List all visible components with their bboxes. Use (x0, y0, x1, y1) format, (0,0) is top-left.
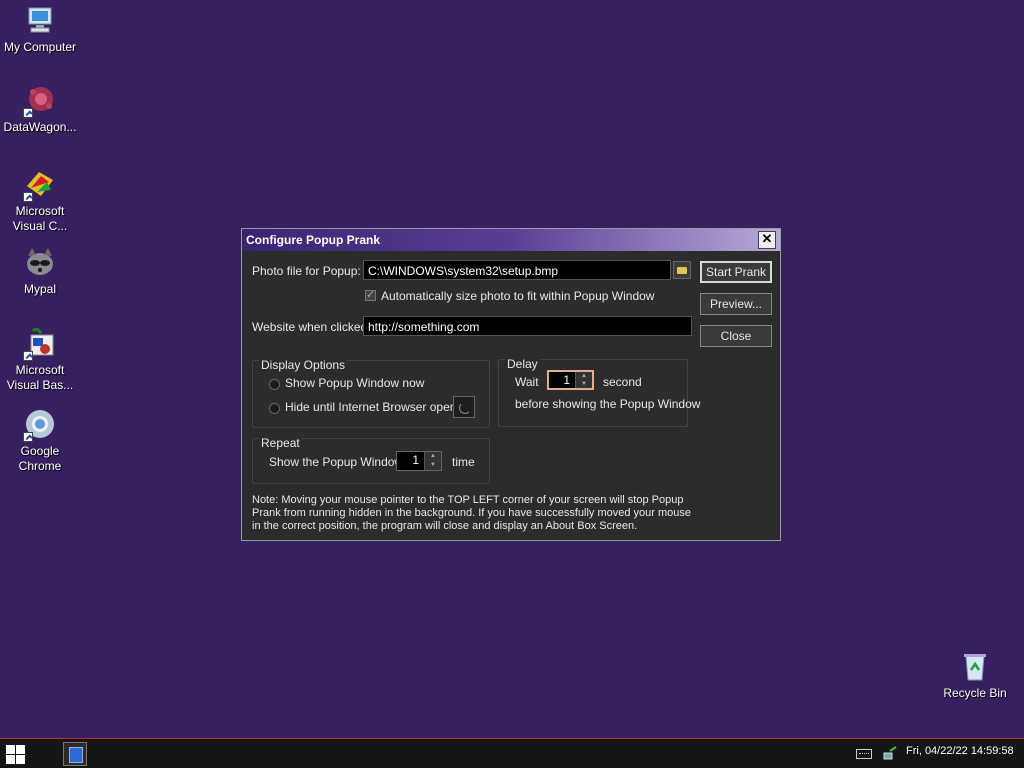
photo-file-input[interactable]: C:\WINDOWS\system32\setup.bmp (363, 260, 671, 280)
repeat-label: Show the Popup Window (269, 455, 404, 469)
desktop-icon-label: Recycle Bin (943, 686, 1007, 700)
delay-title: Delay (505, 357, 540, 371)
show-now-radio[interactable] (269, 379, 280, 390)
computer-icon (23, 4, 57, 38)
start-prank-button[interactable]: Start Prank (700, 261, 772, 283)
shortcut-arrow-icon (23, 351, 33, 361)
desktop-icon-mypal[interactable]: Mypal (0, 246, 80, 297)
browser-select-icon[interactable] (453, 396, 475, 418)
desktop-icon-my-computer[interactable]: My Computer (0, 4, 80, 55)
desktop-icon-recycle-bin[interactable]: Recycle Bin (935, 650, 1015, 701)
close-button[interactable]: Close (700, 325, 772, 347)
desktop-icon-label: DataWagon... (3, 120, 77, 134)
desktop-icon-visual-basic[interactable]: Microsoft Visual Bas... (0, 327, 80, 393)
desktop-icon-label: Microsoft Visual Bas... (6, 363, 74, 392)
taskbar-clock[interactable]: Fri, 04/22/22 14:59:58 (906, 745, 1014, 757)
delay-group: Delay Wait 1 ▲ ▼ second before showing th… (498, 357, 700, 427)
desktop-icon-google-chrome[interactable]: Google Chrome (0, 408, 80, 474)
repeat-count-value: 1 (412, 453, 419, 467)
repeat-title: Repeat (259, 436, 302, 450)
auto-size-checkbox[interactable] (365, 288, 376, 301)
website-input[interactable]: http://something.com (363, 316, 692, 336)
website-label: Website when clicked: (252, 320, 371, 334)
taskbar-app-button[interactable] (63, 742, 87, 766)
folder-browse-icon[interactable] (673, 261, 691, 279)
desktop-icon-datawagon[interactable]: DataWagon... (0, 84, 80, 135)
shortcut-arrow-icon (23, 108, 33, 118)
windows-start-icon[interactable] (4, 743, 26, 765)
show-now-label: Show Popup Window now (285, 376, 425, 390)
shortcut-arrow-icon (23, 432, 33, 442)
desktop-icon-label: Mypal (23, 282, 56, 296)
dialog-titlebar[interactable]: Configure Popup Prank ✕ (242, 229, 780, 251)
network-icon[interactable] (882, 745, 898, 761)
keyboard-icon[interactable] (856, 749, 872, 759)
desktop-icon-label: My Computer (3, 40, 77, 54)
display-options-title: Display Options (259, 358, 348, 372)
wait-seconds-value: 1 (563, 373, 570, 387)
taskbar: Fri, 04/22/22 14:59:58 (0, 738, 1024, 768)
delay-after-label: before showing the Popup Window (515, 397, 701, 411)
visual-basic-icon (23, 327, 57, 361)
note-text: Note: Moving your mouse pointer to the T… (252, 494, 692, 532)
auto-size-label: Automatically size photo to fit within P… (381, 289, 655, 303)
hide-until-radio[interactable] (269, 403, 280, 414)
stepper-arrows[interactable]: ▲ ▼ (575, 372, 592, 388)
repeat-count-stepper[interactable]: 1 ▲ ▼ (396, 451, 442, 471)
visual-c-icon (23, 168, 57, 202)
wait-unit-label: second (603, 375, 642, 389)
stepper-arrows[interactable]: ▲ ▼ (424, 452, 441, 470)
datawagon-icon (23, 84, 57, 118)
recycle-bin-icon (958, 650, 992, 684)
desktop-icon-label: Google Chrome (18, 444, 62, 473)
chrome-icon (23, 408, 57, 442)
close-icon[interactable]: ✕ (758, 231, 776, 249)
repeat-unit-label: time (452, 455, 475, 469)
dialog-title: Configure Popup Prank (246, 233, 381, 247)
photo-file-label: Photo file for Popup: (252, 264, 361, 278)
desktop-icon-visual-c[interactable]: Microsoft Visual C... (0, 168, 80, 234)
raccoon-icon (23, 246, 57, 280)
display-options-group: Display Options Show Popup Window now Hi… (252, 358, 490, 428)
wait-seconds-stepper[interactable]: 1 ▲ ▼ (547, 370, 594, 390)
wait-label: Wait (515, 375, 539, 389)
hide-until-label: Hide until Internet Browser opens (285, 400, 463, 414)
shortcut-arrow-icon (23, 192, 33, 202)
repeat-group: Repeat Show the Popup Window 1 ▲ ▼ time (252, 436, 490, 484)
configure-popup-dialog: Configure Popup Prank ✕ Photo file for P… (241, 228, 781, 541)
desktop-icon-label: Microsoft Visual C... (12, 204, 68, 233)
preview-button[interactable]: Preview... (700, 293, 772, 315)
